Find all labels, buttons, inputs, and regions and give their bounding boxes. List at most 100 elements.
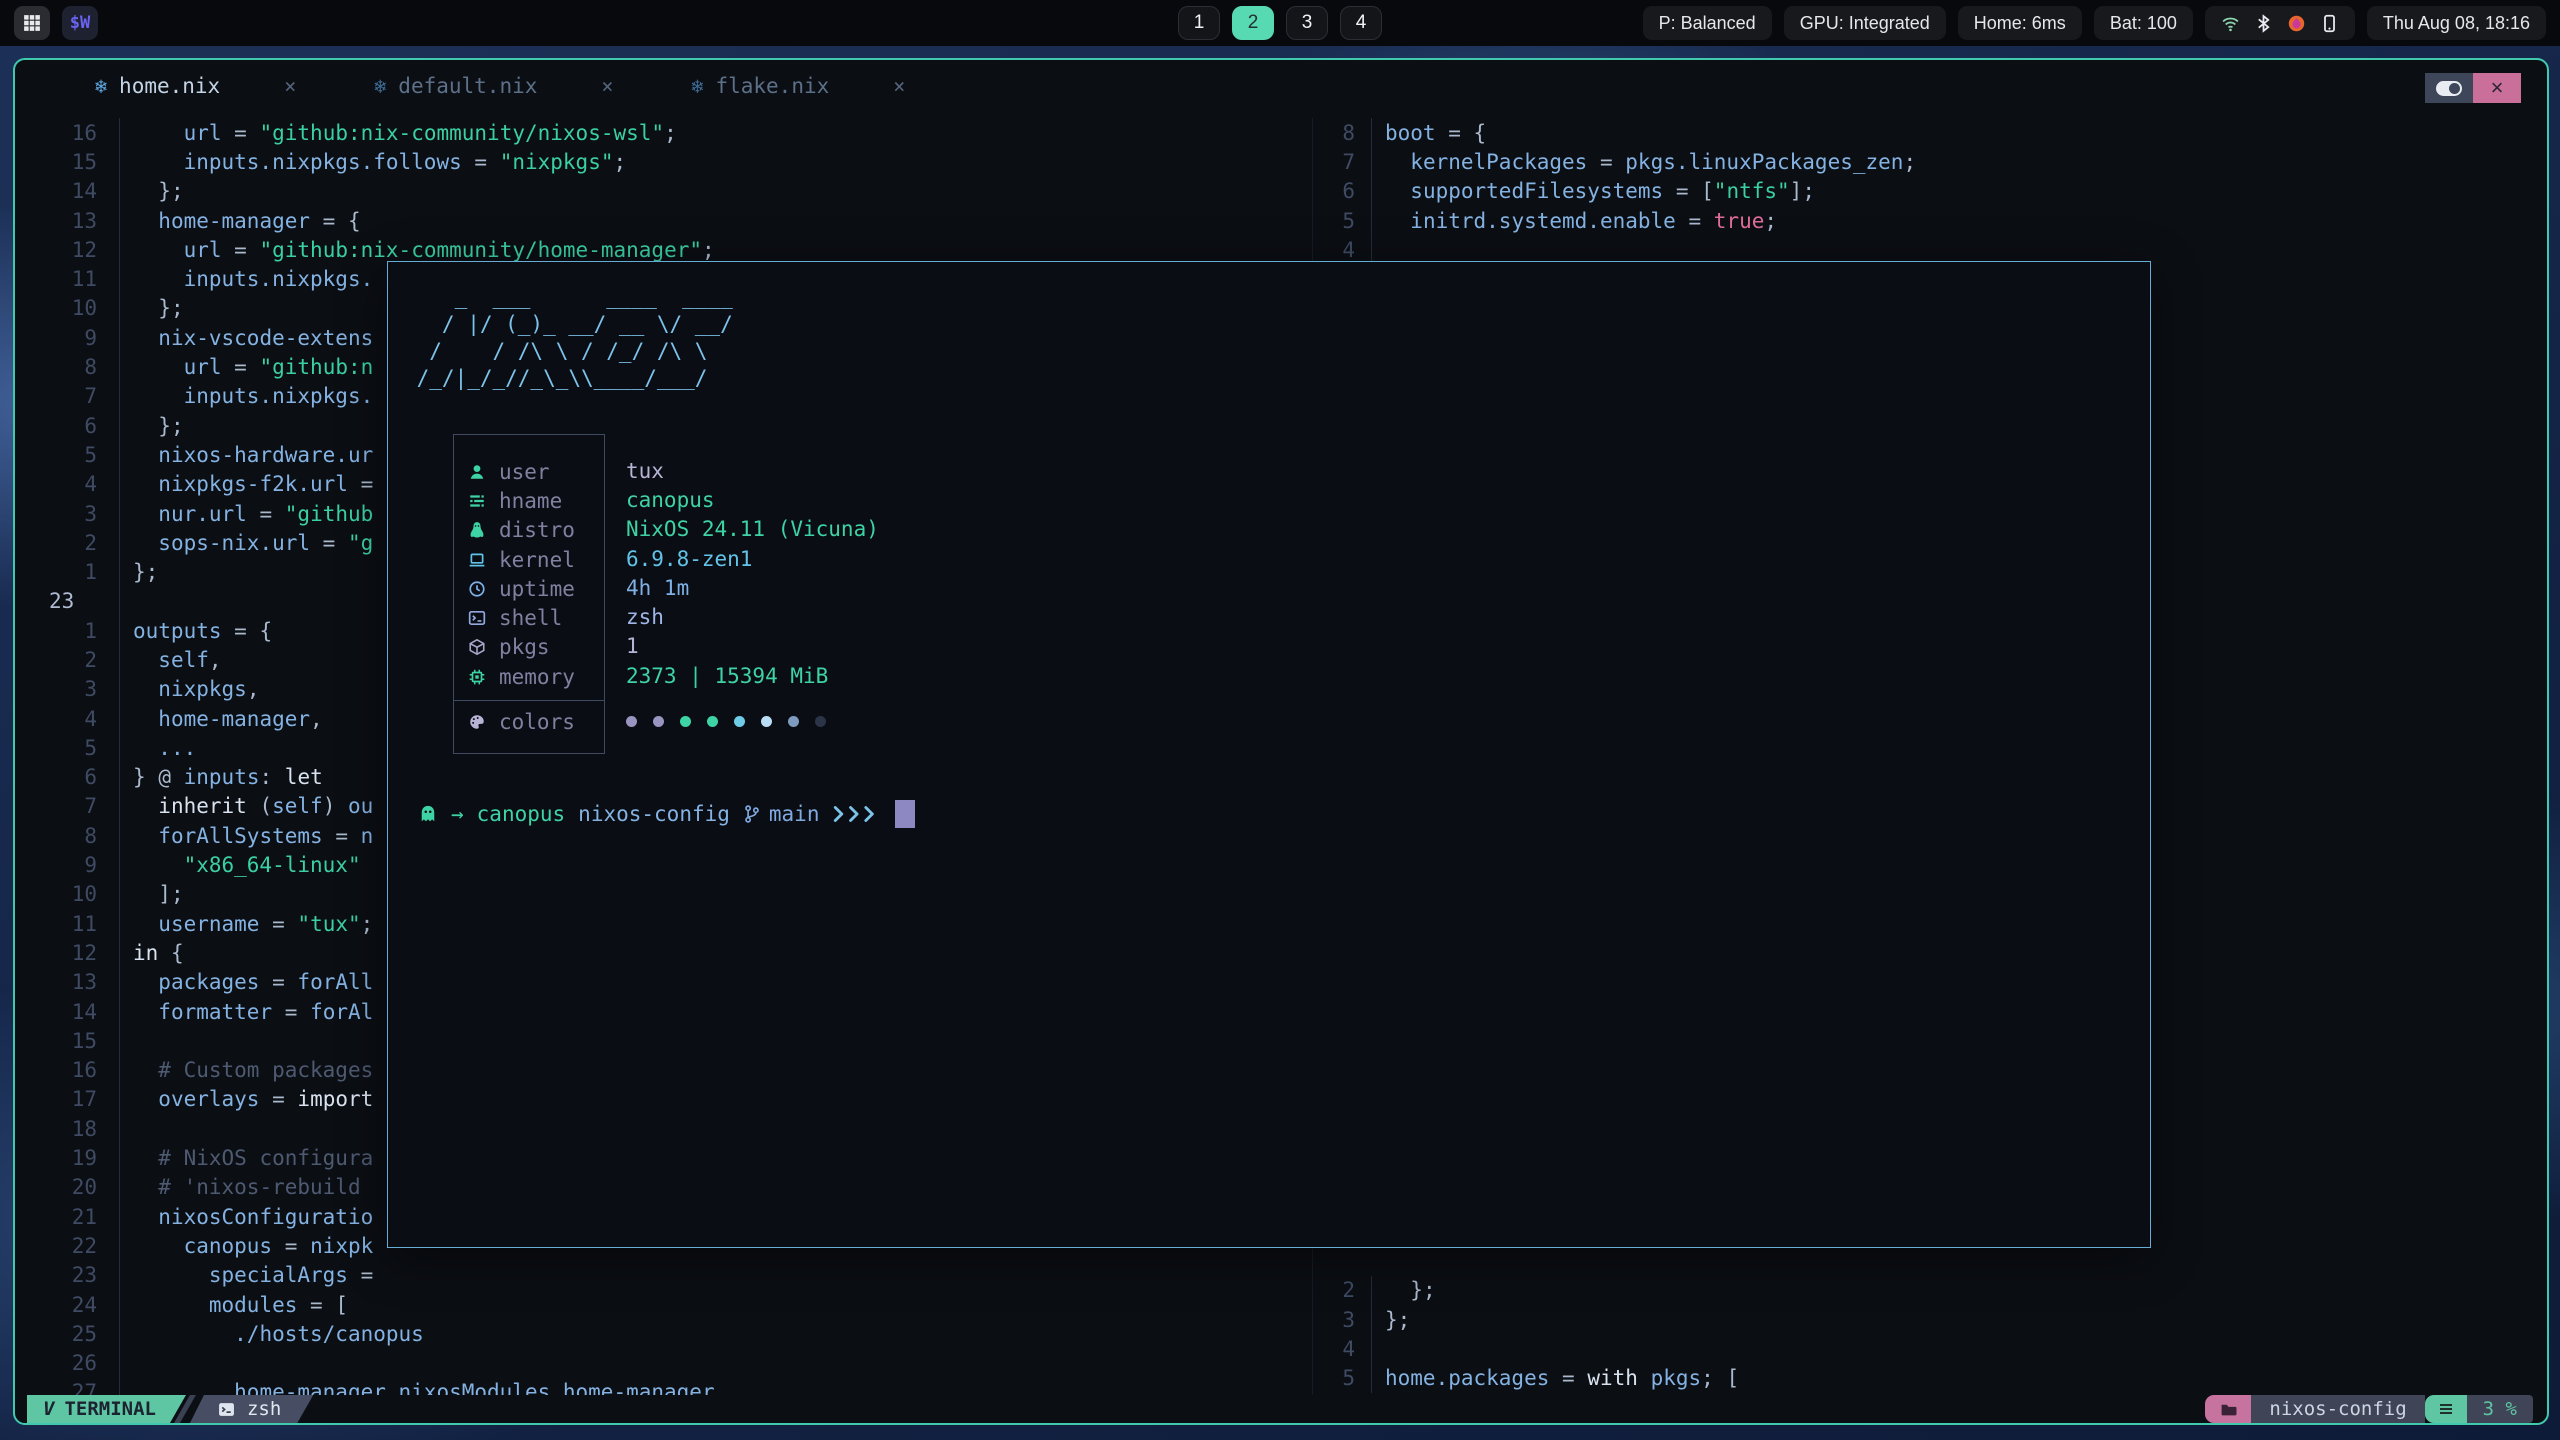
- fetch-row-kernel: kernel: [454, 545, 604, 574]
- topbar-right: P: Balanced GPU: Integrated Home: 6ms Bat: …: [1643, 6, 2546, 40]
- status-pill[interactable]: P: Balanced: [1643, 6, 1772, 40]
- code-text: };: [119, 177, 1312, 206]
- clock[interactable]: Thu Aug 08, 18:16: [2367, 6, 2546, 40]
- code-line: 27 home-manager.nixosModules.home-manage…: [15, 1378, 1312, 1395]
- line-number: 22: [15, 1234, 119, 1258]
- code-line: 14 };: [15, 177, 1312, 206]
- palette-dot: [734, 716, 745, 727]
- tab-bar: ❄home.nix× ❄default.nix× ❄flake.nix×: [15, 60, 2547, 112]
- line-number: 6: [15, 414, 119, 438]
- close-tab-icon[interactable]: ×: [601, 74, 613, 98]
- tab-flake.nix[interactable]: ❄flake.nix×: [669, 74, 927, 98]
- scroll-position-icon: [2425, 1395, 2467, 1423]
- status-pill[interactable]: Bat: 100: [2094, 6, 2193, 40]
- line-number: 24: [15, 1293, 119, 1317]
- fetch-row-colors: colors: [454, 701, 604, 743]
- line-number: 3: [15, 677, 119, 701]
- workspace-button-4[interactable]: 4: [1340, 6, 1382, 40]
- line-number: 13: [15, 970, 119, 994]
- code-line: 13 home-manager = {: [15, 206, 1312, 235]
- code-text: initrd.systemd.enable = true;: [1371, 206, 2545, 235]
- line-number: 14: [15, 1000, 119, 1024]
- nix-snowflake-icon: ❄: [691, 74, 703, 98]
- fastfetch-info-box: userhnamedistrokerneluptimeshellpkgsmemo…: [453, 434, 605, 754]
- close-tab-icon[interactable]: ×: [284, 74, 296, 98]
- shell-prompt: → canopus nixos-config main: [418, 799, 915, 829]
- code-text: };: [1371, 1276, 2545, 1305]
- window-toggle-button[interactable]: [2425, 73, 2473, 103]
- fetch-label: memory: [499, 665, 575, 689]
- line-number: 15: [15, 150, 119, 174]
- palette-dot: [788, 716, 799, 727]
- nix-snowflake-icon: ❄: [374, 74, 386, 98]
- workspace-button-3[interactable]: 3: [1286, 6, 1328, 40]
- workspace-switcher: 1234: [1178, 6, 1382, 40]
- nix-snowflake-icon: ❄: [95, 74, 107, 98]
- line-number: 9: [15, 853, 119, 877]
- code-line: 8boot = {: [1313, 118, 2545, 147]
- line-number: 10: [15, 296, 119, 320]
- code-line: 23 specialArgs =: [15, 1261, 1312, 1290]
- line-number: 1: [15, 619, 119, 643]
- status-pill[interactable]: Home: 6ms: [1958, 6, 2082, 40]
- fetch-label: uptime: [499, 577, 575, 601]
- code-line: 25 ./hosts/canopus: [15, 1319, 1312, 1348]
- line-number: 2: [1313, 1278, 1371, 1302]
- fetch-value-kernel: 6.9.8-zen1: [626, 544, 879, 573]
- wm-logo-button[interactable]: $W: [62, 6, 98, 40]
- fetch-label: user: [499, 460, 550, 484]
- line-number: 7: [1313, 150, 1371, 174]
- prompt-chevrons-icon: [832, 805, 880, 823]
- fetch-value-user: tux: [626, 456, 879, 485]
- prompt-arrow: →: [451, 802, 464, 826]
- close-tab-icon[interactable]: ×: [893, 74, 905, 98]
- hotspot-icon[interactable]: [2287, 14, 2306, 33]
- status-pill[interactable]: GPU: Integrated: [1784, 6, 1946, 40]
- line-number: 16: [15, 1058, 119, 1082]
- tab-home.nix[interactable]: ❄home.nix×: [73, 74, 318, 98]
- line-number: 10: [15, 882, 119, 906]
- line-number: 25: [15, 1322, 119, 1346]
- line-number: 8: [15, 355, 119, 379]
- palette-dot: [761, 716, 772, 727]
- code-text: supportedFilesystems = ["ntfs"];: [1371, 177, 2545, 206]
- line-number: 18: [15, 1117, 119, 1141]
- line-number: 19: [15, 1146, 119, 1170]
- network-icon[interactable]: [2221, 14, 2240, 33]
- code-line: 5home.packages = with pkgs; [: [1313, 1364, 2545, 1393]
- workspace-button-2[interactable]: 2: [1232, 6, 1274, 40]
- launcher-button[interactable]: [14, 6, 50, 40]
- window-close-button[interactable]: ×: [2473, 73, 2521, 103]
- palette-dot: [815, 716, 826, 727]
- fetch-label: shell: [499, 606, 562, 630]
- apps-grid-icon: [23, 14, 41, 32]
- line-number: 23: [15, 1263, 119, 1287]
- code-text: specialArgs =: [119, 1261, 1312, 1290]
- fetch-label: hname: [499, 489, 562, 513]
- scroll-percent-label: 3 %: [2467, 1395, 2533, 1423]
- code-line: 16 url = "github:nix-community/nixos-wsl…: [15, 118, 1312, 147]
- top-bar: $W 1234 P: Balanced GPU: Integrated Home: …: [0, 0, 2560, 46]
- line-number: 4: [1313, 1337, 1371, 1361]
- code-text: [1371, 1334, 2545, 1363]
- statusbar-left: V TERMINAL zsh: [27, 1395, 313, 1423]
- line-number: 21: [15, 1205, 119, 1229]
- code-line: 3};: [1313, 1305, 2545, 1334]
- code-text: };: [1371, 1305, 2545, 1334]
- fetch-value-shell: zsh: [626, 602, 879, 631]
- palette-icon: [468, 713, 486, 731]
- tab-default.nix[interactable]: ❄default.nix×: [352, 74, 635, 98]
- code-line: 24 modules = [: [15, 1290, 1312, 1319]
- line-number: 23: [15, 589, 119, 613]
- clock-icon: [468, 580, 486, 598]
- phone-icon[interactable]: [2320, 14, 2339, 33]
- prompt-directory: nixos-config: [578, 802, 730, 826]
- workspace-button-1[interactable]: 1: [1178, 6, 1220, 40]
- line-number: 13: [15, 209, 119, 233]
- line-number: 9: [15, 326, 119, 350]
- bluetooth-icon[interactable]: [2254, 14, 2273, 33]
- code-text: home-manager.nixosModules.home-manager: [119, 1378, 1312, 1395]
- folder-icon: [2220, 1401, 2237, 1418]
- line-number: 8: [15, 824, 119, 848]
- palette-dot: [707, 716, 718, 727]
